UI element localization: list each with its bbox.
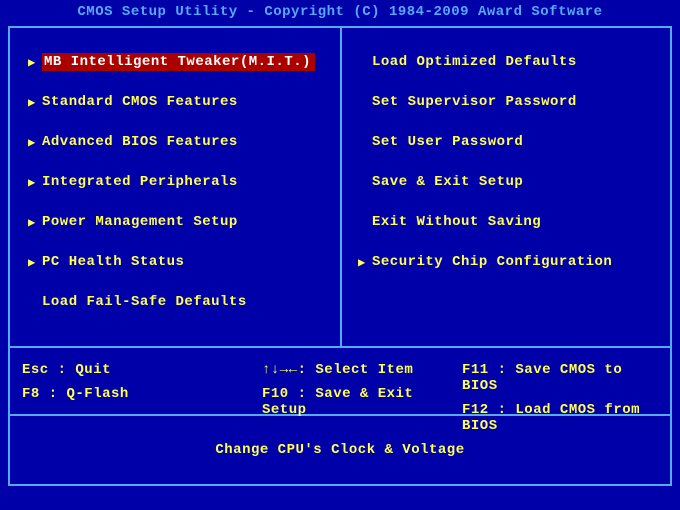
menu-item-label: Save & Exit Setup — [372, 174, 523, 190]
right-menu-item-5[interactable]: ▶Security Chip Configuration — [358, 252, 656, 272]
menu-item-label: Set Supervisor Password — [372, 94, 577, 110]
column-divider — [340, 28, 342, 346]
right-menu-item-0[interactable]: ▶Load Optimized Defaults — [358, 52, 656, 72]
right-menu-item-3[interactable]: ▶Save & Exit Setup — [358, 172, 656, 192]
left-menu-item-2[interactable]: ▶Advanced BIOS Features — [28, 132, 326, 152]
selected-item-hint: Change CPU's Clock & Voltage — [215, 442, 464, 458]
submenu-triangle-icon: ▶ — [358, 255, 372, 270]
menu-item-label: Exit Without Saving — [372, 214, 541, 230]
menu-item-label: Integrated Peripherals — [42, 174, 238, 190]
help-f10-save-exit: F10 : Save & Exit Setup — [262, 386, 462, 418]
left-menu-item-6[interactable]: ▶Load Fail-Safe Defaults — [28, 292, 326, 312]
left-menu-item-3[interactable]: ▶Integrated Peripherals — [28, 172, 326, 192]
left-menu-item-5[interactable]: ▶PC Health Status — [28, 252, 326, 272]
help-f8-qflash: F8 : Q-Flash — [22, 386, 262, 402]
submenu-triangle-icon: ▶ — [28, 135, 42, 150]
left-menu-item-1[interactable]: ▶Standard CMOS Features — [28, 92, 326, 112]
menu-item-label: Set User Password — [372, 134, 523, 150]
menu-item-label: Security Chip Configuration — [372, 254, 612, 270]
submenu-triangle-icon: ▶ — [28, 55, 42, 70]
help-bar: Esc : Quit F8 : Q-Flash ↑↓→←: Select Ite… — [8, 348, 672, 416]
right-menu-item-2[interactable]: ▶Set User Password — [358, 132, 656, 152]
menu-item-label: Power Management Setup — [42, 214, 238, 230]
submenu-triangle-icon: ▶ — [28, 175, 42, 190]
help-arrows-select: ↑↓→←: Select Item — [262, 362, 462, 378]
menu-item-label: Load Fail-Safe Defaults — [42, 294, 247, 310]
help-esc-quit: Esc : Quit — [22, 362, 262, 378]
app-title: CMOS Setup Utility - Copyright (C) 1984-… — [77, 4, 602, 20]
right-menu-item-1[interactable]: ▶Set Supervisor Password — [358, 92, 656, 112]
left-menu-item-4[interactable]: ▶Power Management Setup — [28, 212, 326, 232]
help-f12-load-cmos: F12 : Load CMOS from BIOS — [462, 402, 658, 434]
menu-item-label: Load Optimized Defaults — [372, 54, 577, 70]
menu-item-label: Advanced BIOS Features — [42, 134, 238, 150]
right-menu-column: ▶Load Optimized Defaults▶Set Supervisor … — [340, 28, 670, 346]
menu-item-label: MB Intelligent Tweaker(M.I.T.) — [44, 54, 311, 70]
menu-item-label: PC Health Status — [42, 254, 184, 270]
left-menu-column: ▶MB Intelligent Tweaker(M.I.T.)▶Standard… — [10, 28, 340, 346]
main-menu-box: ▶MB Intelligent Tweaker(M.I.T.)▶Standard… — [8, 26, 672, 348]
menu-item-label: Standard CMOS Features — [42, 94, 238, 110]
submenu-triangle-icon: ▶ — [28, 215, 42, 230]
right-menu-item-4[interactable]: ▶Exit Without Saving — [358, 212, 656, 232]
left-menu-item-0[interactable]: ▶MB Intelligent Tweaker(M.I.T.) — [24, 52, 326, 72]
submenu-triangle-icon: ▶ — [28, 255, 42, 270]
help-f11-save-cmos: F11 : Save CMOS to BIOS — [462, 362, 658, 394]
submenu-triangle-icon: ▶ — [28, 95, 42, 110]
title-bar: CMOS Setup Utility - Copyright (C) 1984-… — [0, 0, 680, 26]
